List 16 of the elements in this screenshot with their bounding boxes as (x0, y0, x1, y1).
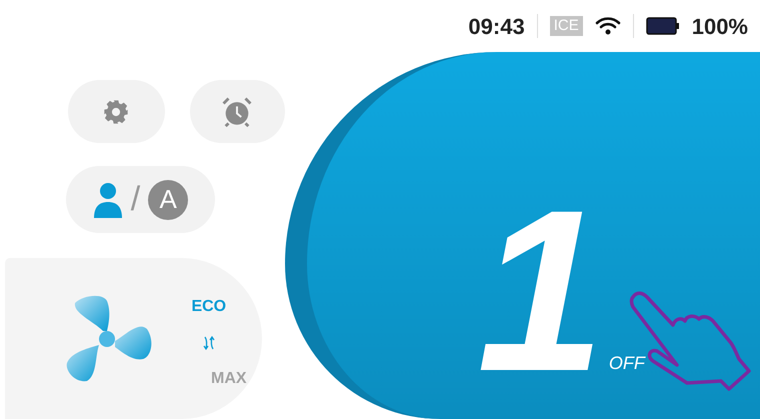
person-icon (92, 182, 123, 218)
swap-arrows-icon (202, 334, 215, 350)
mode-separator: / (130, 179, 140, 220)
user-mode-toggle[interactable]: / A (66, 166, 215, 233)
power-dial[interactable]: 1 OFF (285, 52, 760, 419)
settings-icon (102, 98, 130, 126)
avatar-letter: A (148, 180, 188, 220)
power-level-number: 1 (477, 199, 605, 383)
battery-icon (646, 17, 680, 35)
fan-mode-option[interactable]: MAX (211, 366, 247, 390)
network-badge: ICE (550, 16, 583, 36)
battery-percent: 100% (692, 12, 748, 40)
clock-time: 09:43 (468, 12, 525, 40)
power-status: OFF (608, 352, 645, 375)
wifi-icon (594, 16, 621, 36)
fan-mode-option[interactable]: ECO (191, 294, 226, 318)
